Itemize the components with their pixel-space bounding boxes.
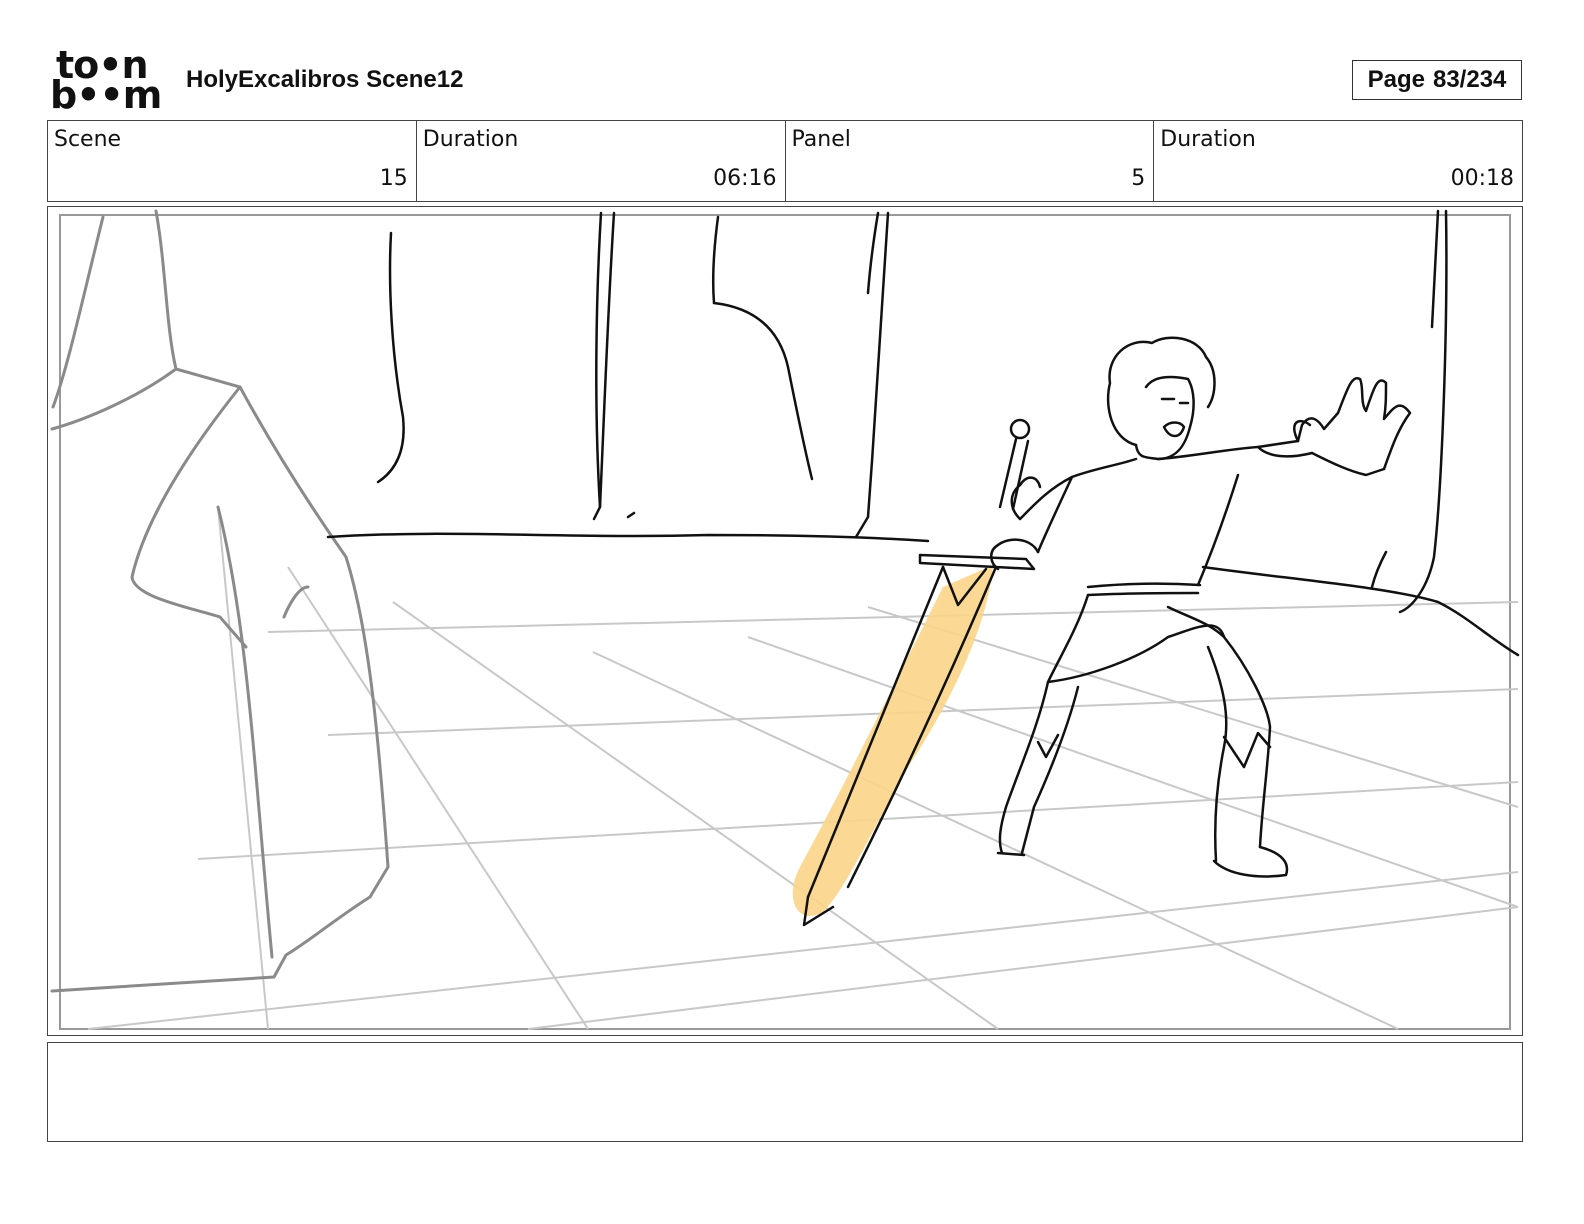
scene-duration-value: 06:16 (713, 166, 777, 191)
page-value: 83/234 (1432, 66, 1507, 93)
page-label: Page (1367, 66, 1425, 93)
floor-grid (87, 506, 1519, 1030)
scene-cell: Scene 15 (48, 121, 417, 201)
scene-duration-cell: Duration 06:16 (417, 121, 786, 201)
storyboard-panel (47, 206, 1523, 1036)
page-indicator: Page 83/234 (1352, 60, 1522, 100)
project-title: HolyExcalibros Scene12 (186, 66, 464, 93)
scene-value: 15 (379, 166, 408, 191)
panel-notes-box (47, 1042, 1523, 1142)
panel-duration-label: Duration (1160, 127, 1256, 152)
rock-sketch (50, 209, 390, 993)
panel-label: Panel (791, 127, 851, 152)
logo-bottom-text: b••m (50, 73, 162, 117)
panel-duration-cell: Duration 00:18 (1154, 121, 1522, 201)
panel-duration-value: 00:18 (1450, 166, 1514, 191)
toonboom-logo: to•n b••m (50, 46, 166, 117)
safe-frame (59, 214, 1511, 1030)
panel-value: 5 (1131, 166, 1146, 191)
background-ink (326, 209, 1520, 657)
scene-label: Scene (54, 127, 122, 152)
panel-drawing (50, 209, 1520, 1030)
panel-cell: Panel 5 (786, 121, 1155, 201)
info-table: Scene 15 Duration 06:16 Panel 5 Duration… (47, 120, 1523, 202)
scene-duration-label: Duration (422, 127, 519, 152)
